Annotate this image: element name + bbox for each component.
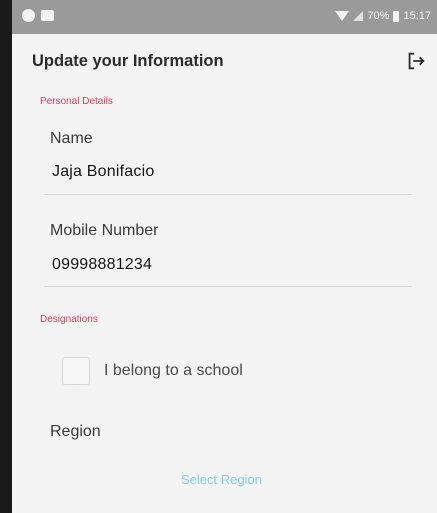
select-region-dropdown[interactable]: Select Region bbox=[181, 472, 262, 487]
battery-percentage: 70% bbox=[367, 10, 390, 22]
status-bar: 70% 15:17 bbox=[12, 0, 437, 34]
app-header: Update your Information bbox=[12, 34, 437, 88]
personal-details-section-label: Personal Details bbox=[40, 96, 113, 107]
notification-dot-icon bbox=[22, 9, 35, 22]
phone-screen: 70% 15:17 Update your Information Person… bbox=[12, 0, 437, 513]
status-time: 15:17 bbox=[403, 10, 431, 22]
name-field[interactable]: Jaja Bonifacio bbox=[52, 163, 154, 181]
designations-section-label: Designations bbox=[40, 314, 98, 325]
school-checkbox-row[interactable]: I belong to a school bbox=[62, 356, 243, 386]
school-checkbox-label[interactable]: I belong to a school bbox=[104, 362, 243, 380]
logout-icon[interactable] bbox=[405, 50, 427, 72]
mobile-number-label: Mobile Number bbox=[50, 222, 159, 239]
image-notification-icon bbox=[41, 10, 54, 21]
page-title: Update your Information bbox=[32, 52, 224, 70]
school-checkbox[interactable] bbox=[62, 357, 90, 385]
wifi-icon bbox=[335, 11, 350, 21]
region-label: Region bbox=[50, 423, 101, 440]
signal-icon bbox=[353, 11, 364, 21]
mobile-number-field[interactable]: 09998881234 bbox=[52, 256, 152, 274]
name-underline bbox=[44, 194, 412, 195]
battery-icon bbox=[393, 10, 400, 22]
name-label: Name bbox=[50, 130, 93, 147]
mobile-number-underline bbox=[44, 286, 412, 287]
